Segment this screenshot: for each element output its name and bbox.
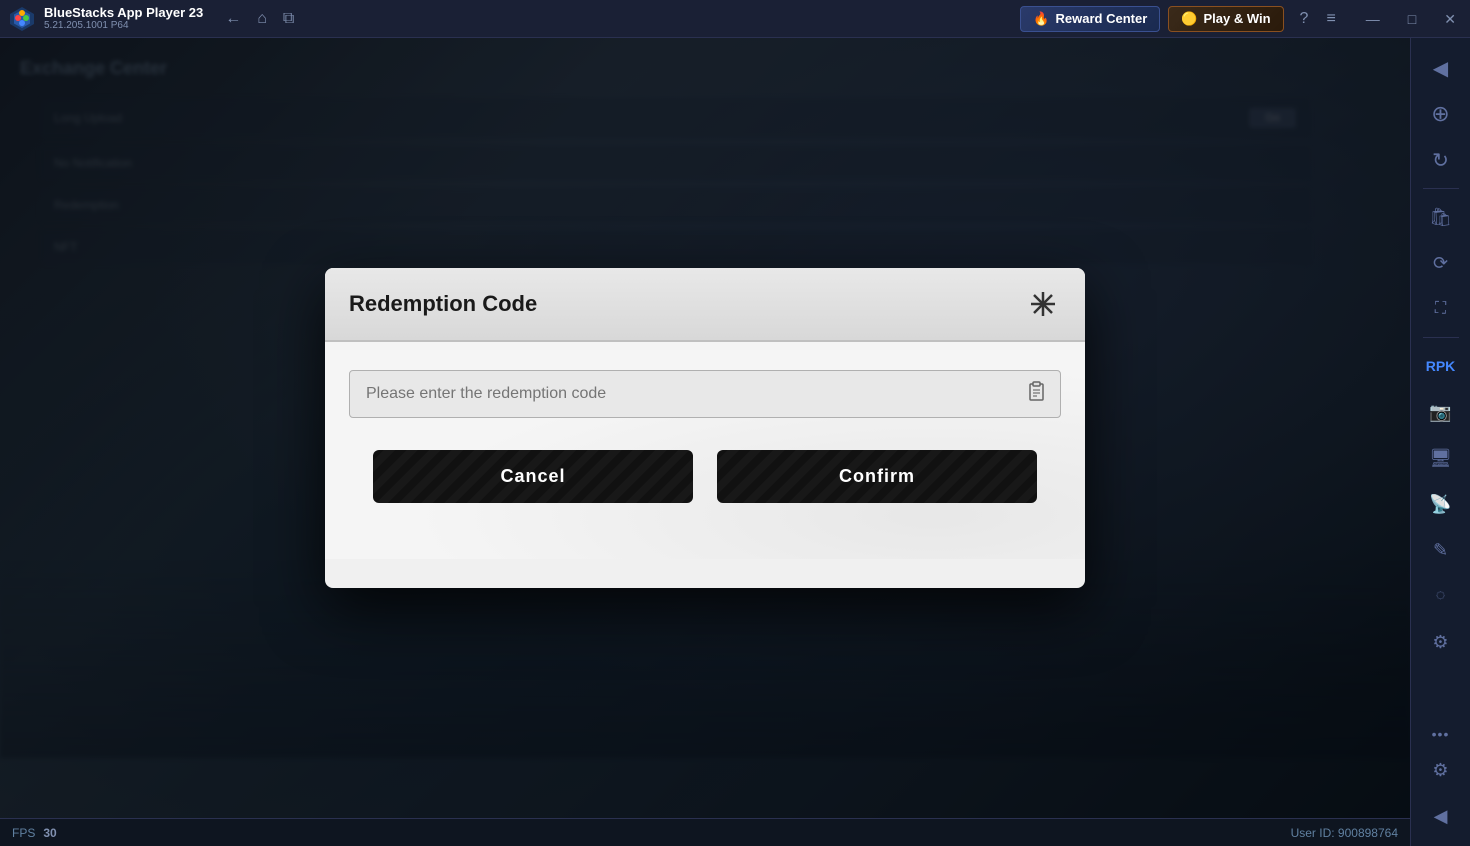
sidebar-arrow-left-icon: ◀ bbox=[1433, 56, 1448, 81]
fps-value: 30 bbox=[43, 826, 56, 840]
sidebar-settings-bottom-icon: ⚙ bbox=[1432, 632, 1448, 653]
app-logo bbox=[8, 5, 36, 33]
sidebar-gamepad-icon: ◌ bbox=[1436, 587, 1446, 605]
sidebar-refresh-btn[interactable]: ↻ bbox=[1419, 138, 1463, 182]
window-controls: — □ ✕ bbox=[1352, 6, 1470, 32]
redemption-code-input[interactable] bbox=[349, 370, 1061, 418]
sidebar-back-arrow-icon: ◀ bbox=[1434, 806, 1448, 827]
titlebar-icons: ? ≡ bbox=[1292, 6, 1344, 32]
close-window-button[interactable]: ✕ bbox=[1430, 6, 1470, 32]
sidebar-gamepad-btn[interactable]: ◌ bbox=[1419, 574, 1463, 618]
back-button[interactable]: ← bbox=[219, 7, 247, 31]
dialog-title: Redemption Code bbox=[349, 291, 537, 317]
reward-center-button[interactable]: 🔥 Reward Center bbox=[1020, 6, 1160, 32]
sidebar-dots: ••• bbox=[1432, 726, 1450, 742]
sidebar-camera-icon: 📷 bbox=[1429, 402, 1451, 423]
clipboard-icon bbox=[1025, 380, 1047, 402]
sidebar-rpk-icon: RPK bbox=[1426, 358, 1456, 374]
app-title: BlueStacks App Player 23 bbox=[44, 5, 203, 21]
sidebar-fullscreen-btn[interactable]: ⛶ bbox=[1419, 287, 1463, 331]
dialog-header: Redemption Code bbox=[325, 268, 1085, 342]
sidebar-add-icon: ⊕ bbox=[1431, 101, 1449, 127]
sidebar-collapse-btn[interactable]: ◀ bbox=[1419, 46, 1463, 90]
sidebar-rotate-btn[interactable]: ⟳ bbox=[1419, 241, 1463, 285]
fire-icon: 🔥 bbox=[1033, 11, 1049, 27]
app-version: 5.21.205.1001 P64 bbox=[44, 20, 203, 32]
sidebar-cast-icon: 📡 bbox=[1429, 494, 1451, 515]
sidebar-settings-bottom-btn[interactable]: ⚙ bbox=[1419, 620, 1463, 664]
sidebar-rotate-icon: ⟳ bbox=[1433, 253, 1448, 274]
help-button[interactable]: ? bbox=[1292, 6, 1317, 32]
menu-button[interactable]: ≡ bbox=[1318, 6, 1343, 32]
fps-display: FPS 30 bbox=[12, 826, 57, 840]
minimize-button[interactable]: — bbox=[1352, 6, 1394, 32]
sidebar-back-btn[interactable]: ◀ bbox=[1419, 794, 1463, 838]
play-win-label: Play & Win bbox=[1203, 11, 1270, 26]
sidebar-settings-main-icon: ⚙ bbox=[1432, 760, 1448, 781]
pages-button[interactable]: ⧉ bbox=[277, 7, 300, 31]
sidebar-refresh-icon: ↻ bbox=[1432, 148, 1449, 173]
sidebar-cast-btn[interactable]: 📡 bbox=[1419, 482, 1463, 526]
user-id-display: User ID: 900898764 bbox=[1291, 826, 1398, 840]
sidebar-separator-2 bbox=[1423, 337, 1459, 338]
cancel-button[interactable]: Cancel bbox=[373, 450, 693, 503]
dialog-body: Cancel Confirm bbox=[325, 342, 1085, 559]
sidebar-settings-main-btn[interactable]: ⚙ bbox=[1419, 748, 1463, 792]
right-sidebar: ◀ ⊕ ↻ 🛍 ⟳ ⛶ RPK 📷 🖥 📡 ✎ ◌ ⚙ ••• ⚙ ◀ bbox=[1410, 38, 1470, 846]
sidebar-fullscreen-icon: ⛶ bbox=[1435, 300, 1446, 318]
home-button[interactable]: ⌂ bbox=[251, 7, 273, 31]
sidebar-store-icon: 🛍 bbox=[1429, 207, 1452, 228]
titlebar-actions: 🔥 Reward Center 🟡 Play & Win bbox=[1020, 6, 1283, 32]
sidebar-store-btn[interactable]: 🛍 bbox=[1419, 195, 1463, 239]
sidebar-cursor-icon: ✎ bbox=[1433, 540, 1448, 561]
sidebar-camera-btn[interactable]: 📷 bbox=[1419, 390, 1463, 434]
coin-icon: 🟡 bbox=[1181, 11, 1197, 27]
code-input-wrapper bbox=[349, 370, 1061, 418]
nav-buttons: ← ⌂ ⧉ bbox=[219, 7, 300, 31]
app-name-block: BlueStacks App Player 23 5.21.205.1001 P… bbox=[44, 5, 203, 33]
confirm-button[interactable]: Confirm bbox=[717, 450, 1037, 503]
sidebar-cursor-btn[interactable]: ✎ bbox=[1419, 528, 1463, 572]
reward-center-label: Reward Center bbox=[1056, 11, 1148, 26]
titlebar: BlueStacks App Player 23 5.21.205.1001 P… bbox=[0, 0, 1470, 38]
statusbar: FPS 30 User ID: 900898764 bbox=[0, 818, 1410, 846]
sidebar-rpk-btn[interactable]: RPK bbox=[1419, 344, 1463, 388]
sidebar-add-btn[interactable]: ⊕ bbox=[1419, 92, 1463, 136]
redemption-code-dialog: Redemption Code bbox=[325, 268, 1085, 588]
dialog-footer: Cancel Confirm bbox=[349, 450, 1061, 527]
dialog-close-button[interactable] bbox=[1025, 286, 1061, 322]
sidebar-screen-btn[interactable]: 🖥 bbox=[1419, 436, 1463, 480]
dialog-overlay: Redemption Code bbox=[0, 38, 1410, 818]
play-win-button[interactable]: 🟡 Play & Win bbox=[1168, 6, 1283, 32]
sidebar-separator-1 bbox=[1423, 188, 1459, 189]
close-asterisk-icon bbox=[1029, 290, 1057, 318]
fps-label: FPS bbox=[12, 826, 35, 840]
maximize-button[interactable]: □ bbox=[1394, 6, 1430, 32]
paste-button[interactable] bbox=[1023, 378, 1049, 410]
sidebar-screen-icon: 🖥 bbox=[1429, 448, 1452, 469]
